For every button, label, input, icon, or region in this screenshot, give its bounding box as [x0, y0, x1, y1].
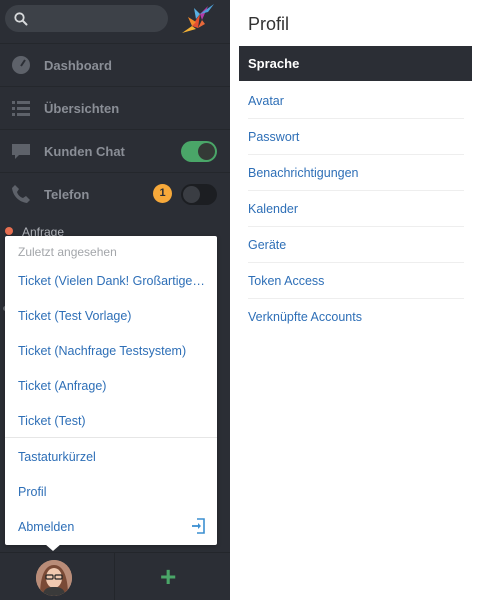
menu-item-avatar[interactable]: Avatar [248, 83, 464, 119]
menu-item-language[interactable]: Sprache [239, 46, 472, 81]
user-menu-popup: Zuletzt angesehen Ticket (Vielen Dank! G… [5, 236, 217, 545]
divider [114, 553, 115, 600]
menu-label: Kalender [248, 202, 299, 216]
menu-item-notifications[interactable]: Benachrichtigungen [248, 155, 464, 191]
menu-item-password[interactable]: Passwort [248, 119, 464, 155]
add-button[interactable]: + [160, 561, 176, 593]
menu-label: Token Access [248, 274, 325, 288]
menu-item-devices[interactable]: Geräte [248, 227, 464, 263]
profile-link[interactable]: Profil [18, 485, 206, 499]
list-icon [12, 101, 30, 116]
recent-heading: Zuletzt angesehen [18, 245, 117, 259]
page-title: Profil [248, 14, 290, 34]
menu-label: Geräte [248, 238, 287, 252]
nav-overviews[interactable]: Übersichten [0, 86, 230, 129]
menu-label: Passwort [248, 130, 300, 144]
nav-label: Übersichten [44, 101, 120, 116]
popup-arrow [45, 544, 61, 551]
recent-ticket-link[interactable]: Ticket (Vielen Dank! Großartige… [18, 274, 206, 288]
keyboard-shortcuts-link[interactable]: Tastaturkürzel [18, 450, 206, 464]
logout-icon[interactable] [191, 518, 205, 534]
menu-item-linked-accounts[interactable]: Verknüpfte Accounts [248, 299, 464, 335]
bottom-bar: + [0, 552, 230, 600]
search-icon [14, 12, 28, 26]
chat-toggle[interactable] [181, 141, 217, 162]
phone-icon [12, 185, 30, 203]
menu-label: Sprache [248, 56, 300, 71]
logout-link[interactable]: Abmelden [18, 520, 206, 534]
ticket-status-icon [5, 227, 13, 235]
zammad-logo[interactable] [178, 2, 218, 36]
search-input[interactable] [5, 5, 168, 32]
menu-label: Avatar [248, 94, 284, 108]
nav-phone[interactable]: Telefon [0, 172, 230, 215]
menu-item-token-access[interactable]: Token Access [248, 263, 464, 299]
recent-ticket-link[interactable]: Ticket (Anfrage) [18, 379, 206, 393]
profile-panel: Profil Sprache Avatar Passwort Benachric… [230, 0, 481, 600]
recent-ticket-link[interactable]: Ticket (Test) [18, 414, 206, 428]
phone-toggle[interactable] [181, 184, 217, 205]
nav-label: Dashboard [44, 58, 112, 73]
nav-customer-chat[interactable]: Kunden Chat [0, 129, 230, 172]
divider [5, 437, 217, 438]
toggle-knob [183, 186, 200, 203]
chat-icon [12, 144, 30, 159]
nav-label: Telefon [44, 187, 90, 202]
toggle-knob [198, 143, 215, 160]
recent-ticket-link[interactable]: Ticket (Nachfrage Testsystem) [18, 344, 206, 358]
nav-label: Kunden Chat [44, 144, 125, 159]
menu-item-calendar[interactable]: Kalender [248, 191, 464, 227]
notification-badge: 1 [153, 184, 172, 203]
menu-label: Verknüpfte Accounts [248, 310, 362, 324]
avatar[interactable] [36, 560, 72, 596]
menu-label: Benachrichtigungen [248, 166, 359, 180]
nav-dashboard[interactable]: Dashboard [0, 43, 230, 86]
dashboard-icon [12, 56, 30, 74]
recent-ticket-link[interactable]: Ticket (Test Vorlage) [18, 309, 206, 323]
